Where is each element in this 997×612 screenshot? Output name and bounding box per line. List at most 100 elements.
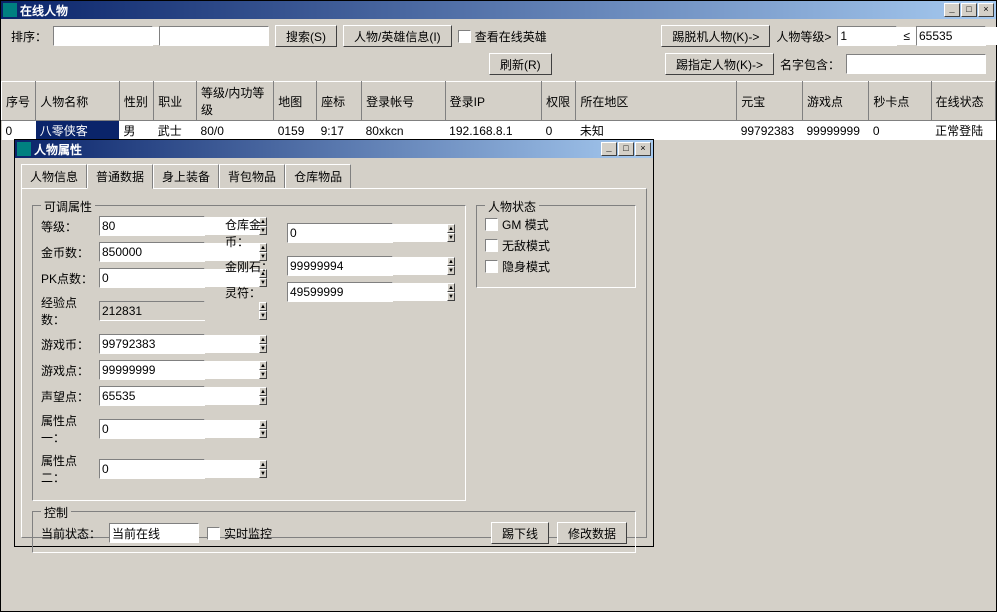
field-spinner[interactable]: ▲▼	[99, 301, 205, 321]
name-contains-label: 名字包含：	[780, 56, 840, 73]
field-spinner[interactable]: ▲▼	[99, 419, 205, 439]
field-spinner[interactable]: ▲▼	[99, 216, 205, 236]
field-spinner[interactable]: ▲▼	[287, 256, 393, 276]
app-icon	[3, 3, 17, 17]
table-cell: 0	[542, 121, 576, 141]
spinner-down-icon[interactable]: ▼	[447, 233, 455, 242]
checkbox-box[interactable]	[485, 239, 498, 252]
group-status: 人物状态 GM 模式无敌模式隐身模式	[476, 205, 636, 288]
checkbox-box[interactable]	[485, 218, 498, 231]
table-cell: 正常登陆	[931, 121, 995, 141]
table-row[interactable]: 0八零侠客男武士80/001599:1780xkcn192.168.8.10未知…	[2, 121, 996, 141]
level-label: 人物等级>	[776, 28, 831, 45]
spinner-down-icon[interactable]: ▼	[447, 266, 455, 275]
kick-specific-button[interactable]: 踢指定人物(K)->	[665, 53, 774, 75]
tab-4[interactable]: 仓库物品	[285, 164, 351, 188]
field-spinner[interactable]: ▲▼	[287, 223, 393, 243]
field-spinner[interactable]: ▲▼	[99, 334, 205, 354]
table-header[interactable]: 游戏点	[802, 82, 868, 121]
table-cell: 武士	[154, 121, 197, 141]
kick-offline-button[interactable]: 踢脱机人物(K)->	[661, 25, 770, 47]
spinner-down-icon[interactable]: ▼	[447, 292, 455, 301]
maximize-button[interactable]: □	[961, 3, 977, 17]
checkbox-box[interactable]	[458, 30, 471, 43]
search-button[interactable]: 搜索(S)	[275, 25, 337, 47]
field-input[interactable]	[288, 224, 447, 242]
table-cell: 未知	[576, 121, 737, 141]
table-header[interactable]: 所在地区	[576, 82, 737, 121]
table-header[interactable]: 权限	[542, 82, 576, 121]
dialog-title: 人物属性	[34, 141, 601, 158]
table-cell: 0	[2, 121, 36, 141]
table-header[interactable]: 秒卡点	[869, 82, 931, 121]
status-checkbox[interactable]: 无敌模式	[485, 237, 627, 254]
table-header[interactable]: 序号	[2, 82, 36, 121]
field-spinner[interactable]: ▲▼	[99, 242, 205, 262]
table-header[interactable]: 职业	[154, 82, 197, 121]
field-spinner[interactable]: ▲▼	[99, 360, 205, 380]
kick-offline-dialog-button[interactable]: 踢下线	[491, 522, 549, 544]
table-header[interactable]: 地图	[274, 82, 317, 121]
table-header[interactable]: 性别	[119, 82, 153, 121]
search-input[interactable]	[159, 26, 269, 46]
field-input[interactable]	[288, 257, 447, 275]
field-spinner[interactable]: ▲▼	[99, 459, 205, 479]
table-cell: 192.168.8.1	[445, 121, 541, 141]
table-header[interactable]: 元宝	[737, 82, 803, 121]
current-status-field[interactable]	[109, 523, 199, 543]
checkbox-label: 隐身模式	[502, 258, 550, 275]
field-label: 等级：	[41, 218, 93, 235]
field-label: 声望点：	[41, 388, 93, 405]
hero-info-button[interactable]: 人物/英雄信息(I)	[343, 25, 452, 47]
refresh-button[interactable]: 刷新(R)	[489, 53, 552, 75]
field-label: 金币数：	[41, 244, 93, 261]
table-header[interactable]: 登录帐号	[362, 82, 446, 121]
field-spinner[interactable]: ▲▼	[99, 268, 205, 288]
table-header[interactable]: 登录IP	[445, 82, 541, 121]
table-header[interactable]: 人物名称	[36, 82, 120, 121]
tab-3[interactable]: 背包物品	[219, 164, 285, 188]
tab-1[interactable]: 普通数据	[87, 164, 153, 189]
tab-2[interactable]: 身上装备	[153, 164, 219, 188]
level-max-input[interactable]	[917, 27, 997, 45]
checkbox-box[interactable]	[207, 527, 220, 540]
status-checkbox[interactable]: 隐身模式	[485, 258, 627, 275]
table-header[interactable]: 在线状态	[931, 82, 995, 121]
toolbar: 排序： ▼ 搜索(S) 人物/英雄信息(I) 查看在线英雄 踢脱机人物(K)->…	[1, 19, 996, 81]
level-min-spinner[interactable]: ▲▼	[837, 26, 897, 46]
checkbox-box[interactable]	[485, 260, 498, 273]
view-online-hero-checkbox[interactable]: 查看在线英雄	[458, 28, 547, 45]
status-checkbox[interactable]: GM 模式	[485, 216, 627, 233]
table-header[interactable]: 等级/内功等级	[197, 82, 274, 121]
level-max-spinner[interactable]: ▲▼	[916, 26, 986, 46]
spinner-up-icon[interactable]: ▲	[447, 224, 455, 233]
group-control-legend: 控制	[41, 504, 71, 521]
group-adjustable: 可调属性 等级：▲▼金币数：▲▼PK点数：▲▼经验点数：▲▼游戏币：▲▼游戏点：…	[32, 205, 466, 501]
tab-0[interactable]: 人物信息	[21, 164, 87, 188]
table-header[interactable]: 座标	[317, 82, 362, 121]
realtime-monitor-label: 实时监控	[224, 525, 272, 542]
dialog-titlebar: 人物属性 _ □ ×	[15, 140, 653, 158]
field-label: 金刚石：	[225, 258, 281, 275]
dialog-close-button[interactable]: ×	[635, 142, 651, 156]
dialog-minimize-button[interactable]: _	[601, 142, 617, 156]
name-contains-input[interactable]	[846, 54, 986, 74]
spinner-up-icon[interactable]: ▲	[447, 257, 455, 266]
sort-combo[interactable]: ▼	[53, 26, 153, 46]
close-button[interactable]: ×	[978, 3, 994, 17]
modify-data-button[interactable]: 修改数据	[557, 522, 627, 544]
table-cell: 99999999	[802, 121, 868, 141]
online-table[interactable]: 序号人物名称性别职业等级/内功等级地图座标登录帐号登录IP权限所在地区元宝游戏点…	[1, 81, 996, 140]
spinner-up-icon[interactable]: ▲	[447, 283, 455, 292]
group-status-legend: 人物状态	[485, 198, 539, 215]
field-input[interactable]	[288, 283, 447, 301]
sort-label: 排序：	[11, 28, 47, 45]
field-label: 游戏币：	[41, 336, 93, 353]
realtime-monitor-checkbox[interactable]: 实时监控	[207, 525, 272, 542]
field-spinner[interactable]: ▲▼	[99, 386, 205, 406]
table-cell: 80/0	[197, 121, 274, 141]
minimize-button[interactable]: _	[944, 3, 960, 17]
field-spinner[interactable]: ▲▼	[287, 282, 393, 302]
dialog-maximize-button[interactable]: □	[618, 142, 634, 156]
field-label: 灵符：	[225, 284, 281, 301]
